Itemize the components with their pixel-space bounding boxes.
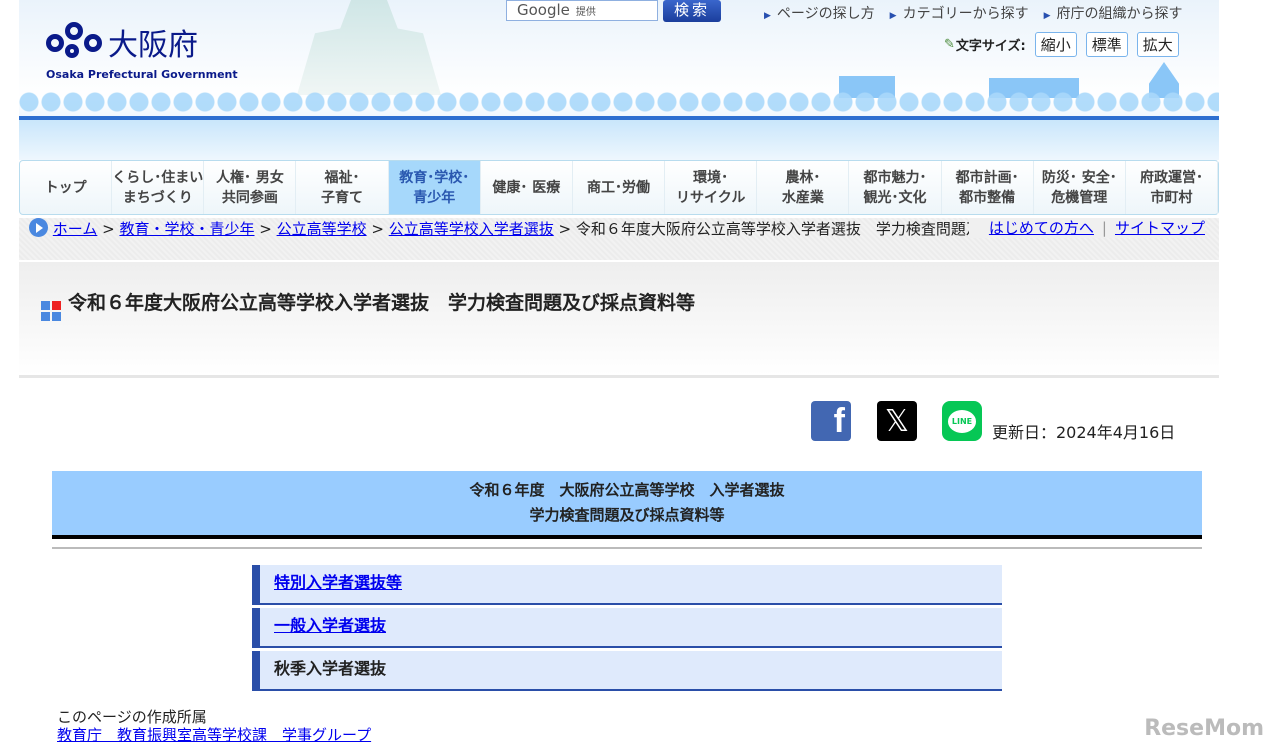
search-provided: 提供: [575, 7, 596, 18]
top-links: ページの探し方 カテゴリーから探す 府庁の組織から探す: [764, 3, 1183, 23]
font-size-controls: ✎ 文字サイズ: 縮小 標準 拡大: [944, 32, 1179, 57]
nav-item-9[interactable]: 都市魅力･ 観光･文化: [849, 161, 942, 214]
facebook-icon[interactable]: f: [811, 401, 851, 441]
site-logo[interactable]: 大阪府 Osaka Prefectural Government: [46, 20, 238, 81]
logo-subtitle: Osaka Prefectural Government: [46, 68, 238, 81]
breadcrumb-public-high[interactable]: 公立高等学校: [277, 220, 367, 238]
nav-item-2[interactable]: 人権･ 男女 共同参画: [204, 161, 297, 214]
breadcrumb-home[interactable]: ホーム: [53, 220, 98, 238]
page-title-wrap: 令和６年度大阪府公立高等学校入学者選抜 学力検査問題及び採点資料等: [41, 288, 695, 321]
nav-item-7[interactable]: 環境･ リサイクル: [665, 161, 758, 214]
link-by-organization[interactable]: 府庁の組織から探す: [1044, 3, 1183, 23]
x-icon[interactable]: 𝕏: [877, 401, 917, 441]
logo-text: 大阪府: [108, 28, 198, 63]
search-input[interactable]: Google 提供: [506, 0, 658, 21]
font-large-button[interactable]: 拡大: [1136, 32, 1179, 57]
nav-item-5[interactable]: 健康･ 医療: [481, 161, 573, 214]
global-nav: トップ くらし･住まい まちづくり 人権･ 男女 共同参画 福祉･ 子育て 教育･学校･…: [19, 160, 1219, 215]
nav-item-11[interactable]: 防災･ 安全･ 危機管理: [1034, 161, 1126, 214]
special-admission-link[interactable]: 特別入学者選抜等: [274, 573, 402, 592]
link-how-to-find[interactable]: ページの探し方: [764, 3, 875, 23]
title-band: 令和６年度大阪府公立高等学校入学者選抜 学力検査問題及び採点資料等: [19, 262, 1219, 378]
first-time-link[interactable]: はじめての方へ: [989, 219, 1094, 237]
list-item-special[interactable]: 特別入学者選抜等: [252, 565, 1002, 605]
osaka-emblem-icon: [46, 22, 108, 62]
search-button[interactable]: 検索: [663, 0, 721, 22]
page-title: 令和６年度大阪府公立高等学校入学者選抜 学力検査問題及び採点資料等: [68, 292, 696, 314]
search-placeholder: Google: [517, 1, 570, 19]
heading-line1: 令和６年度 大阪府公立高等学校 入学者選抜: [469, 481, 785, 499]
resemom-watermark: ReseMom: [1144, 716, 1264, 741]
nav-item-0[interactable]: トップ: [20, 161, 113, 214]
nav-item-3[interactable]: 福祉･ 子育て: [296, 161, 389, 214]
sitemap-link[interactable]: サイトマップ: [1115, 219, 1205, 237]
heading-line2: 学力検査問題及び採点資料等: [529, 506, 725, 524]
list-item-general[interactable]: 一般入学者選抜: [252, 608, 1002, 648]
header-reflection: [19, 120, 1219, 160]
breadcrumb-admission[interactable]: 公立高等学校入学者選抜: [389, 220, 554, 238]
nav-item-8[interactable]: 農林･ 水産業: [757, 161, 850, 214]
pencil-icon: ✎: [944, 37, 955, 52]
font-standard-button[interactable]: 標準: [1085, 32, 1128, 57]
list-item-autumn: 秋季入学者選抜: [252, 651, 1002, 691]
nav-item-4[interactable]: 教育･学校･ 青少年: [388, 161, 481, 214]
font-size-label: 文字サイズ:: [955, 39, 1026, 54]
title-squares-icon: [41, 301, 61, 321]
link-by-category[interactable]: カテゴリーから探す: [890, 3, 1029, 23]
castle-illustration: [297, 0, 441, 95]
line-label: LINE: [947, 409, 977, 433]
font-small-button[interactable]: 縮小: [1034, 32, 1077, 57]
trees-decoration: [19, 88, 1219, 118]
nav-item-12[interactable]: 府政運営･ 市町村: [1126, 161, 1219, 214]
breadcrumb-arrow-icon: [29, 218, 48, 237]
site-header: 大阪府 Osaka Prefectural Government Google 提…: [19, 0, 1219, 160]
breadcrumb: ホーム > 教育・学校・青少年 > 公立高等学校 > 公立高等学校入学者選抜 >…: [19, 218, 1219, 260]
department-link[interactable]: 教育庁 教育振興室高等学校課 学事グループ: [57, 726, 371, 744]
divider: [52, 547, 1202, 549]
breadcrumb-education[interactable]: 教育・学校・青少年: [119, 220, 254, 238]
autumn-admission-text: 秋季入学者選抜: [274, 659, 387, 678]
line-icon[interactable]: LINE: [942, 401, 982, 441]
nav-item-10[interactable]: 都市計画･ 都市整備: [942, 161, 1034, 214]
general-admission-link[interactable]: 一般入学者選抜: [274, 616, 386, 635]
nav-item-6[interactable]: 商工･労働: [573, 161, 666, 214]
updated-date: 更新日：2024年4月16日: [992, 423, 1176, 442]
section-heading: 令和６年度 大阪府公立高等学校 入学者選抜 学力検査問題及び採点資料等: [52, 471, 1202, 539]
nav-item-1[interactable]: くらし･住まい まちづくり: [112, 161, 205, 214]
share-buttons: f 𝕏 LINE: [811, 401, 982, 441]
